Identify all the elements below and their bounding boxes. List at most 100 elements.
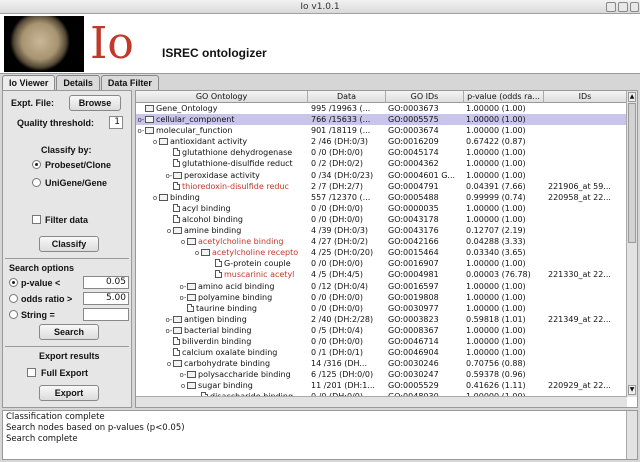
- odds-ratio-radio[interactable]: [9, 294, 18, 303]
- go-term-cell[interactable]: muscarinic acetyl: [136, 269, 308, 280]
- folder-icon: [173, 227, 182, 235]
- document-icon: [173, 203, 180, 212]
- cell-pvalue: 0.70756 (0.88): [466, 359, 526, 369]
- table-row[interactable]: o amine binding 4 /39 (DH:0/3) GO:0043176 0.…: [136, 225, 627, 236]
- tab-io-viewer[interactable]: Io Viewer: [2, 75, 56, 91]
- table-row[interactable]: o-amino acid binding 0 /12 (DH:0/4) GO:001…: [136, 281, 627, 292]
- cell-data: 0 /0 (DH:0/0): [311, 303, 363, 313]
- minimize-button[interactable]: [606, 2, 616, 12]
- table-row[interactable]: o carbohydrate binding 14 /316 (DH... GO:00…: [136, 358, 627, 369]
- table-row[interactable]: muscarinic acetyl 4 /5 (DH:4/5) GO:0004981…: [136, 269, 627, 280]
- table-row[interactable]: Gene_Ontology 995 /19963 (... GO:0003673 1.…: [136, 103, 627, 114]
- column-header-data[interactable]: Data: [308, 91, 386, 103]
- search-button[interactable]: Search: [39, 324, 99, 340]
- cell-goid: GO:0046714: [388, 336, 439, 346]
- go-term-cell[interactable]: glutathione dehydrogenase: [136, 147, 308, 158]
- table-row[interactable]: alcohol binding 0 /0 (DH:0/0) GO:0043178 1.…: [136, 214, 627, 225]
- go-term-cell[interactable]: taurine binding: [136, 303, 308, 314]
- document-icon: [173, 348, 180, 357]
- table-row[interactable]: taurine binding 0 /0 (DH:0/0) GO:0030977 1.…: [136, 303, 627, 314]
- table-row[interactable]: glutathione-disulfide reduct 0 /2 (DH:0/2…: [136, 158, 627, 169]
- pvalue-radio[interactable]: [9, 278, 18, 287]
- table-row[interactable]: o acetylcholine recepto 4 /25 (DH:0/20) GO:…: [136, 247, 627, 258]
- cell-pvalue: 0.00003 (76.78): [466, 270, 531, 280]
- go-term-cell[interactable]: thioredoxin-disulfide reduc: [136, 181, 308, 192]
- table-row[interactable]: o-molecular_function 901 /18119 (... GO:00…: [136, 125, 627, 136]
- table-row[interactable]: o-antigen binding 2 /40 (DH:2/28) GO:00038…: [136, 314, 627, 325]
- folder-icon: [187, 371, 196, 379]
- table-row[interactable]: biliverdin binding 0 /0 (DH:0/0) GO:004671…: [136, 336, 627, 347]
- scroll-up-arrow-icon[interactable]: ▲: [628, 92, 636, 102]
- filter-data-checkbox[interactable]: [32, 215, 41, 224]
- full-export-checkbox[interactable]: [27, 368, 36, 377]
- go-term-name: polyamine binding: [198, 292, 273, 302]
- export-button[interactable]: Export: [39, 385, 99, 401]
- scroll-down-arrow-icon[interactable]: ▼: [628, 385, 636, 395]
- cell-goid: GO:0016597: [388, 281, 439, 291]
- close-button[interactable]: [630, 2, 639, 12]
- tab-details[interactable]: Details: [56, 75, 100, 90]
- cell-data: 0 /12 (DH:0/4): [311, 281, 369, 291]
- column-header-ids[interactable]: IDs: [544, 91, 627, 103]
- status-log: Classification complete Search nodes bas…: [2, 410, 638, 460]
- unigene-radio[interactable]: [32, 178, 41, 187]
- table-row[interactable]: o binding 557 /12370 (... GO:0005488 0.99999…: [136, 192, 627, 203]
- pvalue-input[interactable]: 0.05: [83, 276, 129, 289]
- horizontal-scrollbar[interactable]: [136, 396, 627, 407]
- column-header-pvalue[interactable]: p-value (odds ra...: [464, 91, 544, 103]
- column-header-go-ontology[interactable]: GO Ontology: [136, 91, 308, 103]
- go-term-cell[interactable]: acyl binding: [136, 203, 308, 214]
- tab-data-filter[interactable]: Data Filter: [100, 75, 159, 90]
- go-term-cell[interactable]: alcohol binding: [136, 214, 308, 225]
- go-term-cell[interactable]: glutathione-disulfide reduct: [136, 158, 308, 169]
- go-term-cell[interactable]: G-protein couple: [136, 258, 308, 269]
- divider: [5, 258, 129, 259]
- probeset-radio[interactable]: [32, 160, 41, 169]
- probeset-label: Probeset/Clone: [45, 160, 112, 170]
- vertical-scrollbar[interactable]: ▲ ▼: [626, 91, 637, 397]
- log-scrollbar[interactable]: [626, 411, 637, 459]
- cell-pvalue: 0.99999 (0.74): [466, 192, 526, 202]
- table-row[interactable]: o-polysaccharide binding 6 /125 (DH:0/0) G…: [136, 369, 627, 380]
- cell-data: 0 /0 (DH:0/0): [311, 214, 363, 224]
- folder-icon: [159, 193, 168, 201]
- table-row[interactable]: o sugar binding 11 /201 (DH:1... GO:0005529…: [136, 380, 627, 391]
- app-logo-text: Io: [90, 18, 134, 69]
- table-row[interactable]: thioredoxin-disulfide reduc 2 /7 (DH:2/7)…: [136, 181, 627, 192]
- table-row[interactable]: o-bacterial binding 0 /5 (DH:0/4) GO:00083…: [136, 325, 627, 336]
- cell-pvalue: 1.00000 (1.00): [466, 170, 526, 180]
- odds-ratio-input[interactable]: 5.00: [83, 292, 129, 305]
- cell-pvalue: 1.00000 (1.00): [466, 325, 526, 335]
- column-header-go-ids[interactable]: GO IDs: [386, 91, 464, 103]
- table-row[interactable]: o antioxidant activity 2 /46 (DH:0/3) GO:00…: [136, 136, 627, 147]
- go-term-cell[interactable]: Gene_Ontology: [136, 103, 308, 114]
- cell-data: 0 /0 (DH:0/0): [311, 203, 363, 213]
- table-row[interactable]: calcium oxalate binding 0 /1 (DH:0/1) GO:0…: [136, 347, 627, 358]
- cell-pvalue: 0.04288 (3.33): [466, 237, 526, 247]
- maximize-button[interactable]: [618, 2, 628, 12]
- table-row[interactable]: o-polyamine binding 0 /0 (DH:0/0) GO:00198…: [136, 292, 627, 303]
- document-icon: [173, 214, 180, 223]
- table-row[interactable]: G-protein couple 0 /0 (DH:0/0) GO:0016907 1…: [136, 258, 627, 269]
- cell-goid: GO:0005488: [388, 192, 439, 202]
- browse-button[interactable]: Browse: [69, 95, 121, 111]
- quality-threshold-label: Quality threshold:: [17, 118, 95, 128]
- quality-threshold-input[interactable]: 1: [109, 116, 123, 129]
- cell-data: 2 /46 (DH:0/3): [311, 137, 369, 147]
- table-row[interactable]: o acetylcholine binding 4 /27 (DH:0/2) GO:0…: [136, 236, 627, 247]
- table-row[interactable]: glutathione dehydrogenase 0 /0 (DH:0/0) GO…: [136, 147, 627, 158]
- classify-button[interactable]: Classify: [39, 236, 99, 252]
- go-term-cell[interactable]: biliverdin binding: [136, 336, 308, 347]
- cell-pvalue: 1.00000 (1.00): [466, 159, 526, 169]
- table-row[interactable]: o-peroxidase activity 0 /34 (DH:0/23) GO:0…: [136, 170, 627, 181]
- string-input[interactable]: [83, 308, 129, 321]
- table-row[interactable]: acyl binding 0 /0 (DH:0/0) GO:0000035 1.000…: [136, 203, 627, 214]
- go-tree-table: GO Ontology Data GO IDs p-value (odds ra…: [135, 90, 638, 408]
- app-header: Io ISREC ontologizer: [0, 14, 640, 74]
- cell-data: 557 /12370 (...: [311, 192, 371, 202]
- cell-ids: 221906_at 59...: [548, 181, 611, 191]
- string-radio[interactable]: [9, 310, 18, 319]
- table-row[interactable]: o-cellular_component 766 /15633 (... GO:00…: [136, 114, 627, 126]
- go-term-cell[interactable]: calcium oxalate binding: [136, 347, 308, 358]
- scroll-thumb[interactable]: [628, 103, 636, 243]
